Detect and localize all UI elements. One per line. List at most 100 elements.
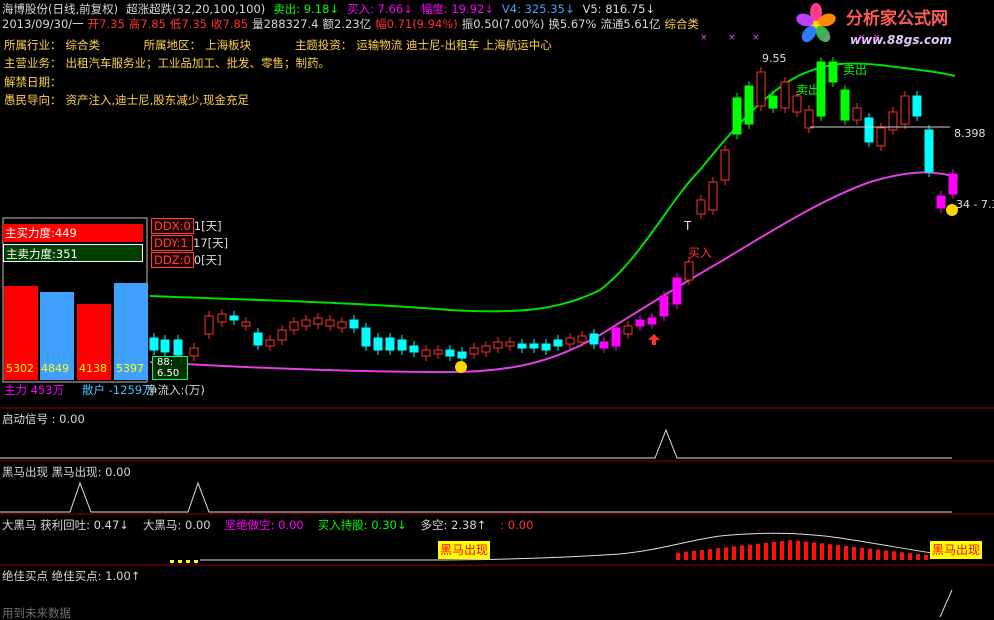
red-histogram-bar <box>788 540 792 560</box>
candle-body <box>948 173 958 195</box>
candle-body <box>217 313 227 323</box>
high-price-label: 9.55 <box>762 52 787 65</box>
low-box-line2: 6.50 <box>157 368 180 379</box>
red-histogram-bar <box>844 546 848 560</box>
red-histogram-bar <box>860 547 864 560</box>
candle-body <box>517 343 527 349</box>
candle-body <box>385 337 395 351</box>
candle-body <box>780 81 790 109</box>
marker-x: × <box>752 33 760 43</box>
candle-body <box>289 321 299 331</box>
red-histogram-bar <box>876 549 880 560</box>
candle-body <box>505 341 515 347</box>
buy-force-bar: 主买力度:449 <box>3 224 143 242</box>
net-inflow-label: 净流入:(万) <box>146 383 205 397</box>
candle-body <box>924 129 934 173</box>
marker-x: × <box>823 33 831 43</box>
darkhorse-tag-2: 黑马出现 <box>930 541 983 559</box>
candle-body <box>349 319 359 329</box>
candle-body <box>481 345 491 353</box>
ddx-row: DDX:0 1[天] <box>151 218 222 234</box>
marker-x: × <box>700 33 708 43</box>
red-histogram-bar <box>708 549 712 560</box>
ddy-row: DDY:1 17[天] <box>151 235 228 251</box>
red-histogram-bar <box>884 550 888 560</box>
startup-signal-line <box>0 428 952 459</box>
red-histogram-bar <box>756 543 760 560</box>
red-histogram-bar <box>828 544 832 560</box>
red-histogram-bar <box>908 553 912 560</box>
candle-body <box>457 351 467 359</box>
sell-signal-2: 卖出 <box>796 83 821 97</box>
panel-startup-signal-label: 启动信号 : 0.00 <box>2 412 93 426</box>
yellow-histogram-bar <box>186 560 190 563</box>
candle-body <box>672 277 682 305</box>
up-arrow-icon <box>648 334 660 345</box>
red-histogram-bar <box>716 548 720 560</box>
candle-body <box>900 95 910 125</box>
candle-body <box>696 199 706 215</box>
candle-body <box>792 95 802 113</box>
panel-best-buy-label: 绝佳买点 绝佳买点: 1.00↑ <box>2 569 148 583</box>
candle-body <box>409 345 419 353</box>
candle-body <box>553 339 563 347</box>
low-box-line1: 88: <box>157 357 174 368</box>
future-data-note: 用到未来数据 <box>2 606 71 620</box>
bar-value-2: 4849 <box>41 362 69 375</box>
candle-body <box>361 327 371 347</box>
sell-force-bar: 主卖力度:351 <box>3 244 143 262</box>
candle-body <box>599 341 609 349</box>
red-histogram-bar <box>836 545 840 560</box>
red-histogram-bar <box>732 546 736 560</box>
red-histogram-bar <box>796 540 800 560</box>
ddz-row: DDZ:0 0[天] <box>151 252 222 268</box>
candle-body <box>732 97 742 135</box>
p2-segment: 黑马出现 黑马出现: 0.00 <box>2 465 131 479</box>
candle-body <box>912 95 922 117</box>
red-histogram-bar <box>804 541 808 560</box>
red-histogram-bar <box>740 545 744 560</box>
red-histogram-bar <box>748 544 752 560</box>
level-price-label: 8.398 <box>954 127 986 140</box>
candle-body <box>635 319 645 327</box>
candle-body <box>577 335 587 343</box>
red-histogram-bar <box>764 542 768 560</box>
red-histogram-bar <box>852 546 856 560</box>
red-histogram-bar <box>692 550 696 560</box>
money-bag-icon <box>455 361 467 373</box>
candle-body <box>421 349 431 357</box>
candle-body <box>265 339 275 347</box>
bar-value-3: 4138 <box>79 362 107 375</box>
best-buy-line <box>939 589 953 618</box>
red-histogram-bar <box>924 554 928 560</box>
candle-body <box>149 337 159 351</box>
candle-body <box>469 347 479 355</box>
yellow-histogram-bar <box>170 560 174 563</box>
p3-segment: 买入持股: 0.30↓ <box>317 518 407 532</box>
candle-body <box>611 327 621 347</box>
candle-body <box>565 337 575 345</box>
marker-x: × <box>858 33 866 43</box>
candle-body <box>373 337 383 351</box>
candle-body <box>541 343 551 351</box>
candle-body <box>589 333 599 345</box>
candle-body <box>173 339 183 356</box>
red-histogram-bar <box>812 542 816 560</box>
candle-body <box>253 332 263 346</box>
p3-segment: 坚绝做空: 0.00 <box>224 518 304 532</box>
candle-body <box>684 261 694 281</box>
candle-body <box>241 321 251 327</box>
panel-big-darkhorse-label: 大黑马 获利回吐: 0.47↓ 大黑马: 0.00 坚绝做空: 0.00 买入持股: … <box>2 518 547 532</box>
candle-body <box>493 341 503 349</box>
retail-force-label: 散户 -1259万 <box>82 383 154 397</box>
panel-darkhorse-label: 黑马出现 黑马出现: 0.00 <box>2 465 139 479</box>
sell-signal-1: 卖出 <box>843 63 868 77</box>
marker-x: × <box>873 33 881 43</box>
t-marker: T <box>683 219 692 233</box>
p3-segment: 大黑马: 0.00 <box>142 518 211 532</box>
p1-segment: 启动信号 : 0.00 <box>2 412 85 426</box>
candle-body <box>840 89 850 121</box>
low-price-box: 88: 6.50 <box>152 356 188 380</box>
bar-value-1: 5302 <box>6 362 34 375</box>
red-histogram-bar <box>868 548 872 560</box>
